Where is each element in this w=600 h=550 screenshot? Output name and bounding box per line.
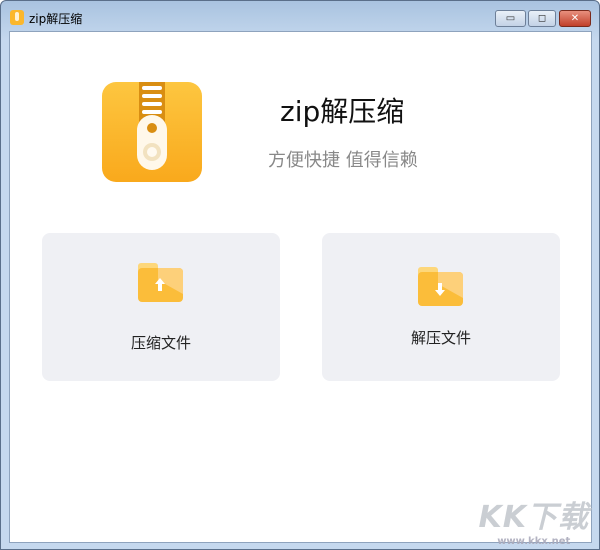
tagline: 方便快捷 值得信赖	[268, 150, 418, 171]
watermark-brand: KK下载	[478, 500, 589, 535]
folder-upload-icon	[138, 263, 183, 302]
app-window: zip解压缩 ▭ ◻ ✕ zip解压缩 方便快捷 值得信赖 压缩文件 解压文件 …	[0, 0, 600, 550]
folder-download-icon	[418, 267, 463, 306]
maximize-button[interactable]: ◻	[528, 10, 556, 27]
close-icon: ✕	[570, 13, 580, 24]
compress-file-button[interactable]: 压缩文件	[42, 233, 280, 381]
window-title: zip解压缩	[29, 12, 83, 26]
extract-file-button[interactable]: 解压文件	[322, 233, 560, 381]
extract-file-label: 解压文件	[410, 329, 471, 347]
compress-file-label: 压缩文件	[130, 334, 191, 352]
watermark: KK下载 www.kkx.net	[479, 492, 590, 547]
minimize-button[interactable]: ▭	[495, 10, 526, 27]
app-name: zip解压缩	[280, 95, 405, 128]
zip-logo-icon	[102, 82, 202, 182]
maximize-icon: ◻	[537, 13, 547, 24]
watermark-url: www.kkx.net	[497, 536, 571, 547]
minimize-icon: ▭	[505, 13, 516, 24]
main-content: zip解压缩 方便快捷 值得信赖 压缩文件 解压文件	[9, 31, 592, 543]
close-button[interactable]: ✕	[559, 10, 591, 27]
title-bar[interactable]: zip解压缩 ▭ ◻ ✕	[1, 1, 599, 31]
app-icon	[10, 10, 24, 25]
